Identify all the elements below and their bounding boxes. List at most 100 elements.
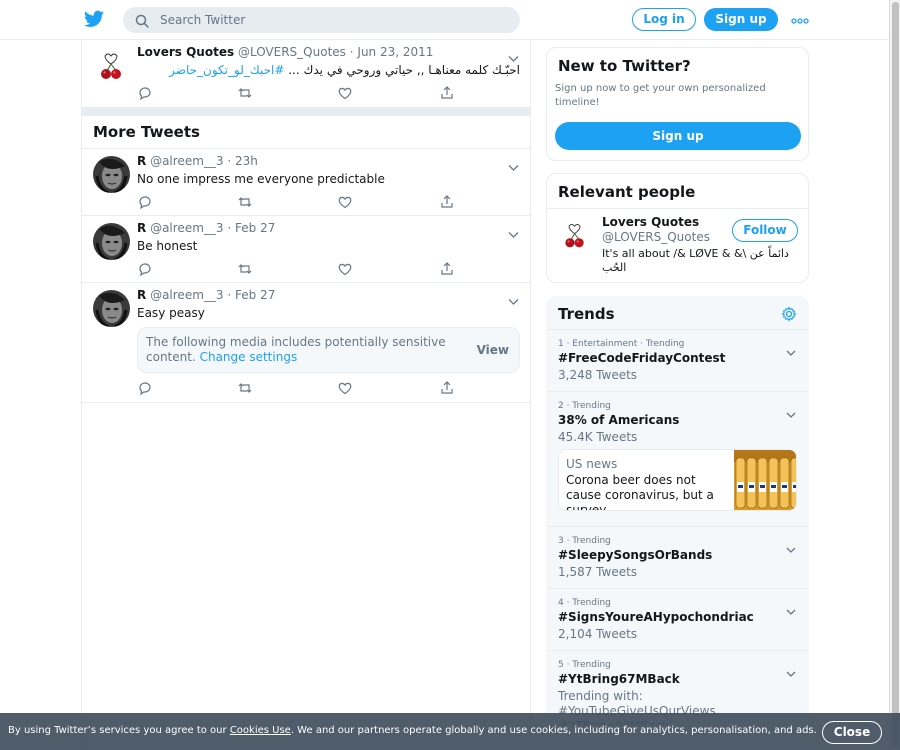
- relevant-person-bio: It's all about /& LØVE & &\ دائماً عن ال…: [602, 247, 789, 274]
- tweet-header: R @alreem__3 · Feb 27: [137, 221, 275, 235]
- like-icon[interactable]: [337, 85, 353, 101]
- chevron-down-icon[interactable]: [786, 404, 796, 418]
- retweet-icon[interactable]: [237, 380, 253, 396]
- avatar[interactable]: [93, 223, 130, 260]
- tweet-header: R @alreem__3 · Feb 27: [137, 288, 275, 302]
- trend-name[interactable]: #SleepySongsOrBands: [558, 548, 712, 562]
- reply-icon[interactable]: [137, 194, 153, 210]
- new-to-twitter-title: New to Twitter?: [558, 57, 691, 75]
- share-icon[interactable]: [439, 194, 455, 210]
- avatar[interactable]: [93, 47, 130, 84]
- news-headline[interactable]: Corona beer does not cause coronavirus, …: [566, 473, 731, 510]
- relevant-person-handle[interactable]: @LOVERS_Quotes: [602, 230, 710, 244]
- gear-icon[interactable]: [781, 306, 797, 322]
- trend-count: 3,248 Tweets: [558, 368, 638, 382]
- share-icon[interactable]: [439, 380, 455, 396]
- change-settings-link[interactable]: Change settings: [200, 350, 298, 364]
- view-media-button[interactable]: View: [477, 343, 509, 357]
- search-box[interactable]: [123, 7, 520, 33]
- tweet-actions: [137, 194, 457, 210]
- cookie-text-before: By using Twitter’s services you agree to…: [8, 725, 230, 736]
- tweet[interactable]: R @alreem__3 · Feb 27 Be honest: [82, 216, 530, 283]
- reply-icon[interactable]: [137, 380, 153, 396]
- trends-card: Trends 1 · Entertainment · Trending #Fre…: [546, 296, 809, 726]
- close-button[interactable]: Close: [822, 721, 882, 744]
- trends-header: Trends: [547, 297, 808, 330]
- relevant-people-card: Relevant people Lovers Quotes @LOVERS_Qu…: [546, 173, 809, 283]
- tweet[interactable]: R @alreem__3 · 23h No one impress me eve…: [82, 149, 530, 216]
- login-button[interactable]: Log in: [632, 8, 696, 31]
- tweet-actions: [137, 261, 457, 277]
- tweet-date[interactable]: 23h: [235, 154, 258, 168]
- divider: [547, 208, 808, 209]
- like-icon[interactable]: [337, 380, 353, 396]
- retweet-icon[interactable]: [237, 85, 253, 101]
- hashtag-link[interactable]: #احبك_لو_تكون_حاضر: [169, 63, 284, 77]
- author-handle[interactable]: @LOVERS_Quotes: [238, 45, 346, 59]
- scrollbar-thumb[interactable]: [892, 2, 899, 746]
- tweet-actions: [137, 85, 457, 101]
- cookie-text-after: . We and our partners operate globally a…: [290, 725, 817, 736]
- chevron-down-icon[interactable]: [508, 291, 519, 305]
- chevron-down-icon[interactable]: [508, 48, 519, 62]
- trend-item[interactable]: 3 · Trending #SleepySongsOrBands 1,587 T…: [547, 527, 808, 589]
- tweet-text: Be honest: [137, 239, 198, 253]
- retweet-icon[interactable]: [237, 261, 253, 277]
- chevron-down-icon[interactable]: [508, 224, 519, 238]
- chevron-down-icon[interactable]: [786, 663, 796, 677]
- author-handle[interactable]: @alreem__3: [150, 154, 223, 168]
- trend-name[interactable]: #FreeCodeFridayContest: [558, 351, 725, 365]
- author-name[interactable]: R: [137, 288, 146, 302]
- chevron-down-icon[interactable]: [786, 601, 796, 615]
- page-scrollbar[interactable]: [889, 0, 900, 750]
- trend-item[interactable]: 1 · Entertainment · Trending #FreeCodeFr…: [547, 330, 808, 392]
- author-handle[interactable]: @alreem__3: [150, 221, 223, 235]
- like-icon[interactable]: [337, 261, 353, 277]
- reply-icon[interactable]: [137, 261, 153, 277]
- trend-item[interactable]: 2 · Trending 38% of Americans 45.4K Twee…: [547, 392, 808, 527]
- share-icon[interactable]: [439, 261, 455, 277]
- chevron-down-icon[interactable]: [786, 539, 796, 553]
- twitter-bird-icon[interactable]: [84, 10, 104, 28]
- relevant-person-name[interactable]: Lovers Quotes: [602, 215, 699, 229]
- avatar[interactable]: [93, 290, 130, 327]
- reply-icon[interactable]: [137, 85, 153, 101]
- follow-button[interactable]: Follow: [732, 219, 798, 242]
- tweet[interactable]: Lovers Quotes @LOVERS_Quotes · Jun 23, 2…: [82, 40, 530, 108]
- tweet-date[interactable]: Feb 27: [235, 221, 275, 235]
- trend-name[interactable]: 38% of Americans: [558, 413, 679, 427]
- search-input[interactable]: [160, 10, 500, 30]
- share-icon[interactable]: [439, 85, 455, 101]
- author-name[interactable]: R: [137, 221, 146, 235]
- author-name[interactable]: R: [137, 154, 146, 168]
- like-icon[interactable]: [337, 194, 353, 210]
- more-options-icon[interactable]: [791, 13, 809, 27]
- trend-name[interactable]: #YtBring67MBack: [558, 672, 680, 686]
- retweet-icon[interactable]: [237, 194, 253, 210]
- trend-count: 45.4K Tweets: [558, 430, 638, 444]
- sensitive-media-notice: The following media includes potentially…: [137, 327, 520, 373]
- chevron-down-icon[interactable]: [508, 157, 519, 171]
- avatar[interactable]: [93, 156, 130, 193]
- tweet[interactable]: R @alreem__3 · Feb 27 Easy peasy The fol…: [82, 283, 530, 403]
- sidebar-signup-button[interactable]: Sign up: [555, 122, 801, 150]
- trend-name[interactable]: #SignsYoureAHypochondriac: [558, 610, 754, 624]
- tweet-date[interactable]: Jun 23, 2011: [357, 45, 433, 59]
- new-to-twitter-subtitle: Sign up now to get your own personalized…: [555, 83, 766, 108]
- news-card[interactable]: US news Corona beer does not cause coron…: [558, 449, 797, 511]
- tweet-text: احبّـك كلمه معناهـا ,, حياتي وروحي في يد…: [137, 63, 520, 77]
- signup-button[interactable]: Sign up: [704, 8, 778, 31]
- trend-count: 2,104 Tweets: [558, 627, 638, 641]
- chevron-down-icon[interactable]: [786, 342, 796, 356]
- author-handle[interactable]: @alreem__3: [150, 288, 223, 302]
- trend-meta: 3 · Trending: [558, 536, 611, 546]
- separator: ·: [227, 288, 232, 302]
- author-name[interactable]: Lovers Quotes: [137, 45, 234, 59]
- tweet-actions: [137, 380, 457, 396]
- trend-item[interactable]: 4 · Trending #SignsYoureAHypochondriac 2…: [547, 589, 808, 651]
- cookies-use-link[interactable]: Cookies Use: [230, 725, 291, 736]
- tweet-date[interactable]: Feb 27: [235, 288, 275, 302]
- avatar[interactable]: [558, 218, 592, 252]
- news-thumbnail[interactable]: [734, 450, 796, 510]
- tweet-header: Lovers Quotes @LOVERS_Quotes · Jun 23, 2…: [137, 45, 433, 59]
